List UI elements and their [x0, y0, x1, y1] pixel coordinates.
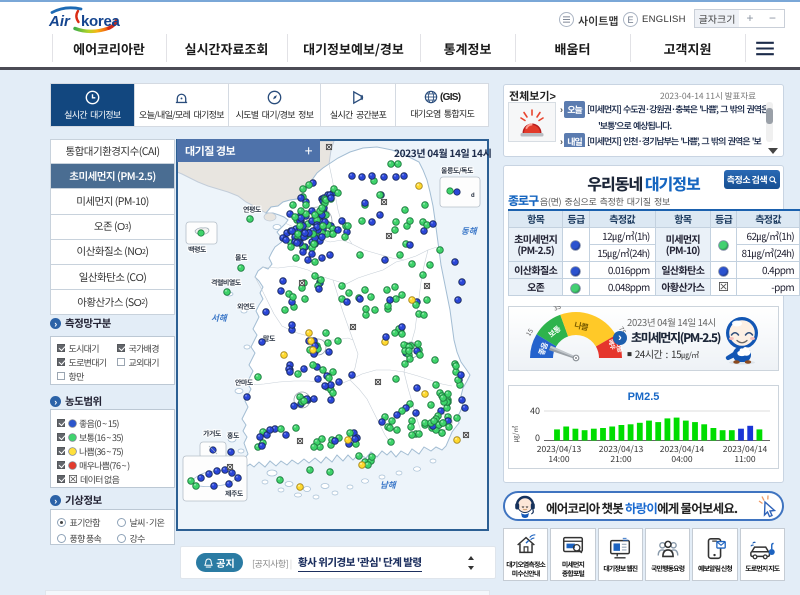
svg-text:㎍/㎥: ㎍/㎥: [511, 426, 521, 443]
svg-text:korea: korea: [81, 13, 120, 30]
svg-text:14:00: 14:00: [548, 453, 570, 464]
svg-text:11:00: 11:00: [734, 453, 756, 464]
svg-text:35: 35: [552, 306, 563, 313]
svg-text:Air: Air: [48, 13, 71, 30]
svg-text:04:00: 04:00: [671, 453, 693, 464]
svg-text:21:00: 21:00: [610, 453, 632, 464]
svg-text:15: 15: [523, 326, 535, 338]
svg-text:40: 40: [530, 404, 540, 417]
